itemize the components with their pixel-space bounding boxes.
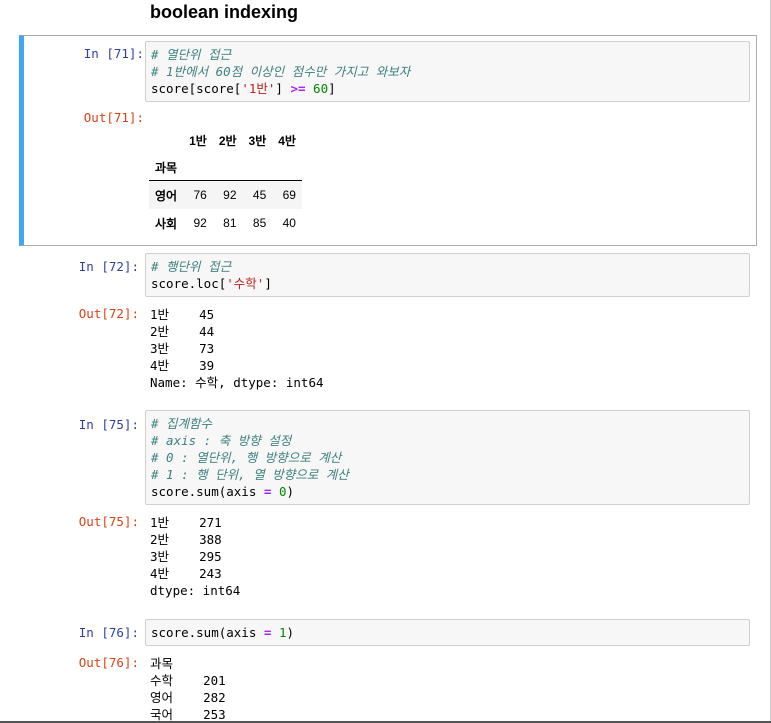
comment: # 1 : 행 단위, 열 방향으로 계산 [151,467,349,482]
code-token: score.loc[ [151,276,227,291]
code-line: # 1 : 행 단위, 열 방향으로 계산 [151,466,744,483]
table-row: 사회 92 81 85 40 [149,209,302,237]
code-input[interactable]: # 집계함수 # axis : 축 방향 설정 # 0 : 열단위, 행 방향으… [145,410,750,505]
output-line: 1반 271 [150,515,222,530]
code-cell-71[interactable]: In [71]: # 열단위 접근 # 1반에서 60점 이상인 점수만 가지고… [19,35,757,246]
operator-token: >= [290,81,306,96]
code-line: score.loc['수학'] [151,275,744,292]
text-output: 1반 45 2반 44 3반 73 4반 39 Name: 수학, dtype:… [150,306,750,391]
table-cell: 92 [223,188,237,202]
code-token: ) [286,625,295,640]
number-token: 60 [313,81,329,96]
code-cell-75[interactable]: In [75]: # 집계함수 # axis : 축 방향 설정 # 0 : 열… [19,410,756,610]
code-token: ) [286,484,295,499]
output-line: dtype: int64 [150,583,241,598]
text-output: 1반 271 2반 388 3반 295 4반 243 dtype: int64 [150,514,750,599]
comment: # 1반에서 60점 이상인 점수만 가지고 와보자 [151,64,411,79]
table-cell: 69 [282,188,296,202]
row-index: 영어 [155,188,178,203]
output-line: 3반 295 [150,549,222,564]
code-cell-76[interactable]: In [76]: score.sum(axis = 1) Out[76]: 과목… [19,619,756,723]
code-token: score.sum(axis [151,484,264,499]
code-line: score[score['1반'] >= 60] [151,80,744,97]
column-header: 4반 [278,133,296,148]
output-line: 2반 44 [150,324,215,339]
comment: # 열단위 접근 [151,47,232,62]
table-cell: 92 [193,216,207,230]
code-line: # 집계함수 [151,415,744,432]
row-index: 사회 [155,216,178,231]
out-prompt: Out[71]: [83,110,144,125]
code-line: score.sum(axis = 0) [151,483,744,500]
index-name-row: 과목 [149,154,302,181]
output-line: 과목 [150,656,174,671]
code-input[interactable]: # 행단위 접근 score.loc['수학'] [145,253,750,297]
table-cell: 40 [282,216,296,230]
string-token: '1반' [241,81,276,96]
code-input[interactable]: # 열단위 접근 # 1반에서 60점 이상인 점수만 가지고 와보자 scor… [145,41,750,102]
output-line: 4반 243 [150,566,222,581]
output-line: 1반 45 [150,307,215,322]
code-token: ] [264,276,272,291]
output-line: 영어 282 [150,690,226,705]
code-line: # 행단위 접근 [151,258,744,275]
dataframe-table: 1반 2반 3반 4반 과목 영어 76 92 45 69 사회 92 81 8… [149,126,302,237]
table-cell: 45 [252,188,267,202]
comment: # 집계함수 [151,416,213,431]
table-cell: 76 [193,188,207,202]
out-prompt: Out[76]: [78,655,139,670]
table-row: 영어 76 92 45 69 [149,180,302,209]
output-line: Name: 수학, dtype: int64 [150,375,324,390]
code-line: score.sum(axis = 1) [151,624,744,641]
code-line: # 1반에서 60점 이상인 점수만 가지고 와보자 [151,63,744,80]
output-line: 수학 201 [150,673,226,688]
dataframe-output: 1반 2반 3반 4반 과목 영어 76 92 45 69 사회 92 81 8… [145,118,745,237]
comment: # 행단위 접근 [151,259,232,274]
code-token: score.sum(axis [151,625,264,640]
table-cell: 81 [223,216,237,230]
code-line: # 0 : 열단위, 행 방향으로 계산 [151,449,744,466]
column-header: 1반 [189,133,207,148]
output-line: 3반 73 [150,341,215,356]
text-output: 과목 수학 201 영어 282 국어 253 [150,655,750,723]
table-cell: 85 [252,216,267,230]
markdown-heading: boolean indexing [150,2,299,22]
output-line: 4반 39 [150,358,215,373]
code-token: ] [328,81,336,96]
code-input[interactable]: score.sum(axis = 1) [145,619,750,646]
code-line: # 열단위 접근 [151,46,744,63]
column-header-row: 1반 2반 3반 4반 [149,126,302,154]
code-cell-72[interactable]: In [72]: # 행단위 접근 score.loc['수학'] Out[72… [19,253,756,393]
code-token: ] [275,81,291,96]
comment: # 0 : 열단위, 행 방향으로 계산 [151,450,342,465]
column-header: 3반 [248,133,267,148]
output-line: 2반 388 [150,532,222,547]
string-token: '수학' [226,276,265,291]
in-prompt: In [72]: [78,259,139,274]
corner-cell [149,126,183,154]
comment: # axis : 축 방향 설정 [151,433,292,448]
out-prompt: Out[72]: [78,306,139,321]
index-name: 과목 [155,160,178,175]
in-prompt: In [75]: [78,417,139,432]
in-prompt: In [76]: [78,625,139,640]
in-prompt: In [71]: [83,46,144,61]
code-line: # axis : 축 방향 설정 [151,432,744,449]
column-header: 2반 [218,133,237,148]
out-prompt: Out[75]: [78,514,139,529]
code-token: score[score[ [151,81,242,96]
